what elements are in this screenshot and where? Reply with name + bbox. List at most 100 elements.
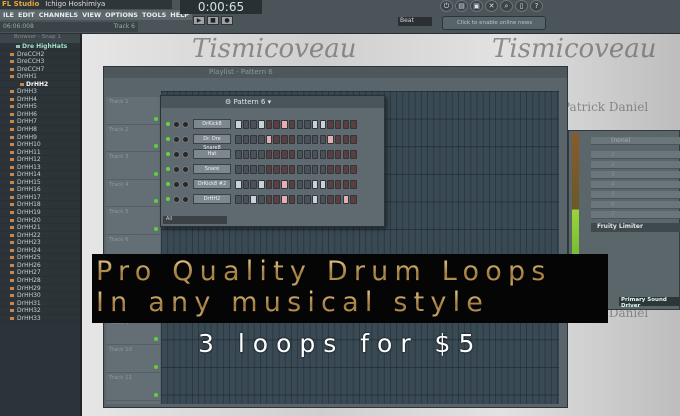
step-button[interactable] [350, 149, 357, 159]
browser-item[interactable]: DrHH29 [0, 285, 80, 293]
channel-mute-led[interactable] [166, 137, 170, 141]
step-button[interactable] [304, 134, 311, 144]
step-button[interactable] [327, 194, 334, 204]
step-button[interactable] [350, 119, 357, 129]
channel-mute-led[interactable] [166, 122, 170, 126]
effect-slot[interactable]: 1 [591, 151, 680, 159]
cut-icon[interactable]: ✕ [485, 0, 498, 12]
channel-mute-led[interactable] [166, 152, 170, 156]
step-button[interactable] [296, 194, 303, 204]
track-header[interactable]: Track 1 [106, 97, 160, 125]
step-button[interactable] [327, 164, 334, 174]
pattern-selector[interactable]: ⚙ Pattern 6 ▾ [161, 96, 384, 108]
pan-knob[interactable] [173, 195, 180, 203]
step-button[interactable] [311, 164, 319, 174]
step-button[interactable] [311, 179, 319, 189]
step-button[interactable] [342, 164, 350, 174]
track-mute-led[interactable] [154, 199, 158, 204]
channel-name-button[interactable]: DrHH2 [193, 194, 231, 204]
step-button[interactable] [288, 194, 296, 204]
step-button[interactable] [250, 164, 257, 174]
step-button[interactable] [242, 164, 250, 174]
browser-item[interactable]: DrHH27 [0, 269, 80, 277]
track-header[interactable]: Track 4 [106, 180, 160, 208]
track-mute-led[interactable] [154, 392, 158, 397]
step-button[interactable] [334, 194, 342, 204]
step-button[interactable] [273, 149, 280, 159]
menu-channels[interactable]: CHANNELS [39, 11, 78, 19]
step-button[interactable] [327, 179, 334, 189]
browser-item[interactable]: DrHH2 [0, 81, 80, 89]
effect-slot[interactable]: 5 [591, 191, 680, 199]
browser-item[interactable]: DrHH28 [0, 277, 80, 285]
menu-tools[interactable]: TOOLS [142, 11, 166, 19]
track-header[interactable]: Track 5 [106, 207, 160, 235]
step-button[interactable] [273, 179, 280, 189]
power-icon[interactable]: ⏻ [440, 0, 453, 12]
step-button[interactable] [265, 134, 273, 144]
menu-view[interactable]: VIEW [82, 11, 101, 19]
browser-item[interactable]: DrHH5 [0, 103, 80, 111]
step-button[interactable] [258, 164, 265, 174]
browser-item[interactable]: DrHH10 [0, 141, 80, 149]
track-mute-led[interactable] [154, 364, 158, 369]
step-button[interactable] [319, 164, 327, 174]
step-button[interactable] [288, 179, 296, 189]
effect-slot-fruity-limiter[interactable]: Fruity Limiter [591, 223, 680, 232]
track-mute-led[interactable] [154, 116, 158, 121]
step-button[interactable] [350, 179, 357, 189]
step-button[interactable] [281, 134, 288, 144]
volume-knob[interactable] [182, 165, 189, 173]
step-button[interactable] [319, 194, 327, 204]
channel-mute-led[interactable] [166, 182, 170, 186]
step-button[interactable] [242, 134, 250, 144]
track-header[interactable]: Track 2 [106, 125, 160, 153]
step-button[interactable] [342, 179, 350, 189]
pan-knob[interactable] [173, 120, 180, 128]
step-button[interactable] [242, 179, 250, 189]
step-button[interactable] [265, 164, 273, 174]
step-button[interactable] [242, 119, 250, 129]
step-button[interactable] [250, 119, 257, 129]
channel-name-button[interactable]: DrKick8 #2 [193, 179, 231, 189]
step-button[interactable] [296, 179, 303, 189]
effect-slot[interactable]: 3 [591, 171, 680, 179]
browser-item[interactable]: DrHH6 [0, 111, 80, 119]
step-button[interactable] [342, 119, 350, 129]
browser-item[interactable]: DrHH17 [0, 194, 80, 202]
step-button[interactable] [235, 179, 242, 189]
step-button[interactable] [258, 194, 265, 204]
play-button[interactable]: ▶ [193, 16, 205, 25]
step-button[interactable] [273, 164, 280, 174]
step-button[interactable] [288, 134, 296, 144]
browser-item[interactable]: DrHH13 [0, 164, 80, 172]
track-header[interactable]: Track 10 [106, 345, 160, 373]
browser-item[interactable]: DrHH21 [0, 224, 80, 232]
browser-item[interactable]: DrHH19 [0, 209, 80, 217]
step-button[interactable] [288, 119, 296, 129]
step-button[interactable] [235, 164, 242, 174]
track-mute-led[interactable] [154, 171, 158, 176]
step-button[interactable] [327, 119, 334, 129]
step-button[interactable] [334, 164, 342, 174]
step-button[interactable] [296, 134, 303, 144]
channel-mute-led[interactable] [166, 167, 170, 171]
step-button[interactable] [265, 119, 273, 129]
browser-item[interactable]: DrHH15 [0, 179, 80, 187]
stop-button[interactable]: ■ [207, 16, 219, 25]
browser-item[interactable]: DrHH25 [0, 254, 80, 262]
channel-filter-select[interactable]: All [163, 216, 227, 224]
step-button[interactable] [311, 119, 319, 129]
step-button[interactable] [334, 179, 342, 189]
step-button[interactable] [304, 119, 311, 129]
track-mute-led[interactable] [154, 337, 158, 342]
browser-item[interactable]: DrHH16 [0, 186, 80, 194]
output-driver-select[interactable]: Primary Sound Driver [619, 297, 680, 309]
step-button[interactable] [319, 179, 327, 189]
pan-knob[interactable] [173, 135, 180, 143]
browser-item[interactable]: DrHH4 [0, 96, 80, 104]
step-button[interactable] [334, 149, 342, 159]
step-button[interactable] [296, 149, 303, 159]
channel-name-button[interactable]: Dr. Dre Snare8 [193, 134, 231, 151]
pan-knob[interactable] [173, 180, 180, 188]
